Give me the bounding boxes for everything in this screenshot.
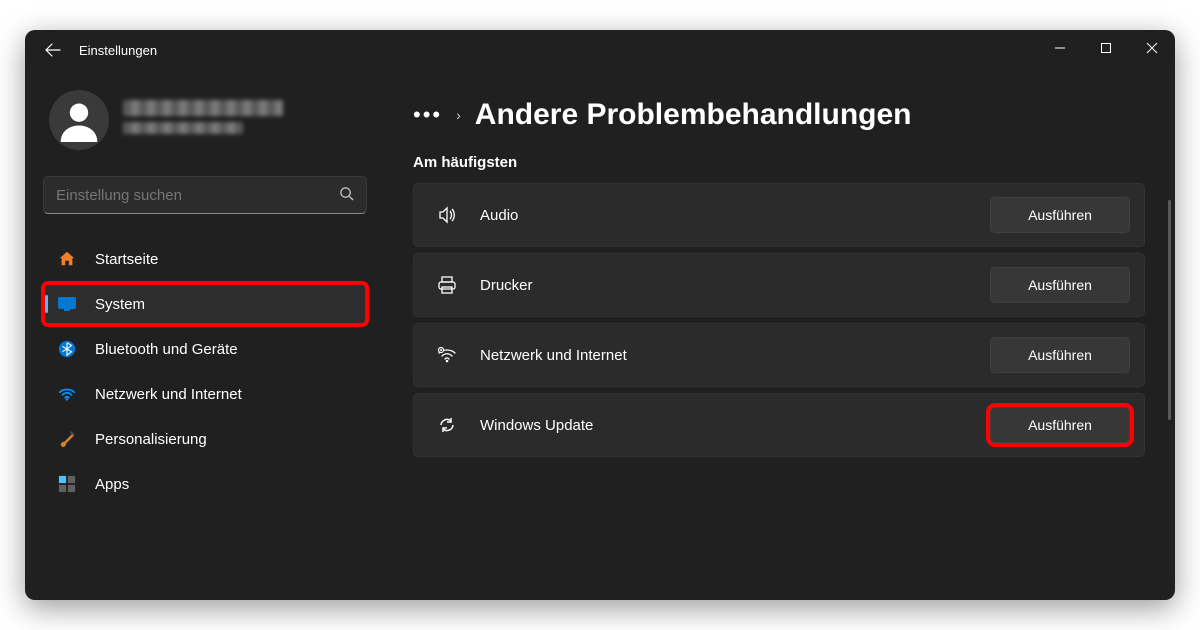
- sidebar-item-label: Apps: [95, 476, 129, 493]
- run-button-printer[interactable]: Ausführen: [990, 267, 1130, 303]
- minimize-icon: [1054, 42, 1066, 54]
- troubleshooter-label: Windows Update: [480, 417, 968, 434]
- sidebar-item-label: Netzwerk und Internet: [95, 386, 242, 403]
- section-heading: Am häufigsten: [413, 154, 1145, 171]
- sidebar-nav: Startseite System Bluetooth und Geräte N…: [43, 238, 367, 505]
- troubleshooter-label: Audio: [480, 207, 968, 224]
- sidebar-item-apps[interactable]: Apps: [43, 463, 367, 505]
- bluetooth-icon: [57, 339, 77, 359]
- search-icon: [339, 186, 354, 204]
- speaker-icon: [436, 204, 458, 226]
- apps-icon: [57, 474, 77, 494]
- window-controls: [1037, 30, 1175, 66]
- sidebar-item-label: Bluetooth und Geräte: [95, 341, 238, 358]
- breadcrumb: ••• › Andere Problembehandlungen: [413, 98, 1145, 132]
- maximize-button[interactable]: [1083, 30, 1129, 66]
- run-button-windows-update[interactable]: Ausführen: [990, 407, 1130, 443]
- sidebar-item-bluetooth[interactable]: Bluetooth und Geräte: [43, 328, 367, 370]
- run-button-network[interactable]: Ausführen: [990, 337, 1130, 373]
- printer-icon: [436, 274, 458, 296]
- run-button-audio[interactable]: Ausführen: [990, 197, 1130, 233]
- sidebar-item-label: Startseite: [95, 251, 158, 268]
- titlebar: Einstellungen: [25, 30, 1175, 70]
- sidebar-item-system[interactable]: System: [43, 283, 367, 325]
- sync-icon: [436, 414, 458, 436]
- sidebar-item-personalization[interactable]: Personalisierung: [43, 418, 367, 460]
- person-icon: [57, 98, 101, 142]
- brush-icon: [57, 429, 77, 449]
- arrow-left-icon: [45, 42, 61, 58]
- sidebar-item-label: System: [95, 296, 145, 313]
- main-content: ••• › Andere Problembehandlungen Am häuf…: [385, 70, 1175, 600]
- breadcrumb-more-button[interactable]: •••: [413, 102, 442, 128]
- maximize-icon: [1100, 42, 1112, 54]
- search-box[interactable]: [43, 176, 367, 214]
- window-body: Startseite System Bluetooth und Geräte N…: [25, 70, 1175, 600]
- sidebar-item-label: Personalisierung: [95, 431, 207, 448]
- troubleshooter-label: Drucker: [480, 277, 968, 294]
- back-button[interactable]: [35, 32, 71, 68]
- search-input[interactable]: [56, 187, 339, 204]
- page-title: Andere Problembehandlungen: [475, 98, 912, 132]
- user-profile[interactable]: [43, 90, 367, 150]
- system-icon: [57, 294, 77, 314]
- chevron-right-icon: ›: [456, 107, 461, 123]
- user-name-obscured: [123, 100, 367, 140]
- troubleshooter-audio[interactable]: Audio Ausführen: [413, 183, 1145, 247]
- sidebar-item-network[interactable]: Netzwerk und Internet: [43, 373, 367, 415]
- troubleshooter-windows-update[interactable]: Windows Update Ausführen: [413, 393, 1145, 457]
- scrollbar[interactable]: [1168, 200, 1171, 420]
- avatar: [49, 90, 109, 150]
- app-title: Einstellungen: [79, 43, 157, 58]
- minimize-button[interactable]: [1037, 30, 1083, 66]
- wifi-icon: [436, 344, 458, 366]
- home-icon: [57, 249, 77, 269]
- sidebar: Startseite System Bluetooth und Geräte N…: [25, 70, 385, 600]
- close-button[interactable]: [1129, 30, 1175, 66]
- settings-window: Einstellungen: [25, 30, 1175, 600]
- troubleshooter-network[interactable]: Netzwerk und Internet Ausführen: [413, 323, 1145, 387]
- troubleshooter-label: Netzwerk und Internet: [480, 347, 968, 364]
- wifi-icon: [57, 384, 77, 404]
- sidebar-item-home[interactable]: Startseite: [43, 238, 367, 280]
- troubleshooter-printer[interactable]: Drucker Ausführen: [413, 253, 1145, 317]
- close-icon: [1146, 42, 1158, 54]
